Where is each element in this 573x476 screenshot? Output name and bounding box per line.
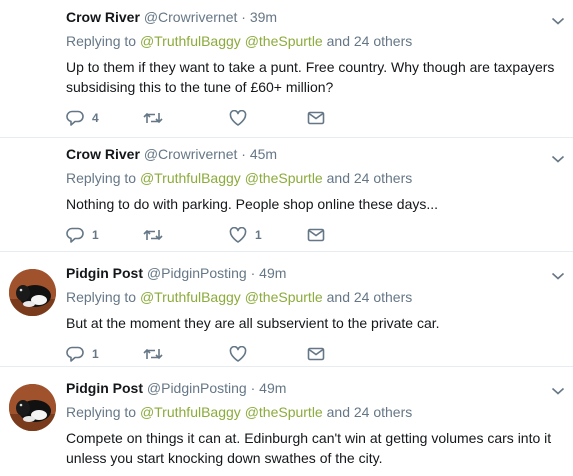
mention-link[interactable]: @theSpurtle: [245, 404, 323, 420]
mention-link[interactable]: @TruthfulBaggy: [140, 404, 241, 420]
tweet-text: Compete on things it can at. Edinburgh c…: [66, 430, 552, 466]
mention-link[interactable]: @TruthfulBaggy: [140, 33, 241, 49]
tweet-header: Crow River @Crowrivernet · 39m: [66, 8, 277, 26]
reply-button[interactable]: 4: [66, 109, 99, 127]
direct-message-button[interactable]: [307, 226, 325, 244]
mention-link[interactable]: @theSpurtle: [245, 170, 323, 186]
replying-prefix: Replying to: [66, 170, 137, 186]
dog-avatar[interactable]: [9, 269, 56, 316]
chevron-down-icon[interactable]: [551, 13, 565, 25]
chevron-down-icon[interactable]: [551, 268, 565, 280]
retweet-button[interactable]: [143, 226, 163, 244]
author-handle[interactable]: @PidginPosting: [147, 265, 247, 281]
retweet-button[interactable]: [143, 345, 163, 363]
timestamp[interactable]: 49m: [259, 265, 286, 281]
separator: ·: [241, 146, 246, 162]
tweet[interactable]: Pidgin Post @PidginPosting · 49m Replyin…: [0, 252, 573, 366]
author-name[interactable]: Crow River: [66, 146, 140, 162]
chevron-down-icon[interactable]: [551, 383, 565, 395]
direct-message-button[interactable]: [307, 109, 325, 127]
envelope-icon: [307, 110, 325, 126]
replying-to: Replying to @TruthfulBaggy @theSpurtle a…: [66, 403, 412, 421]
replying-others[interactable]: and 24 others: [327, 404, 413, 420]
author-handle[interactable]: @Crowrivernet: [144, 146, 238, 162]
reply-count: 1: [92, 228, 99, 242]
reply-count: 1: [92, 347, 99, 361]
tweet-text: Up to them if they want to take a punt. …: [66, 59, 555, 95]
tweet[interactable]: Crow River @Crowrivernet · 39m Replying …: [0, 0, 573, 137]
tweet-actions: 4: [66, 109, 366, 127]
timestamp[interactable]: 45m: [250, 146, 277, 162]
dog-avatar[interactable]: [9, 384, 56, 431]
heart-icon: [229, 110, 247, 126]
reply-icon: [66, 346, 84, 362]
reply-button[interactable]: 1: [66, 226, 99, 244]
envelope-icon: [307, 227, 325, 243]
timestamp[interactable]: 49m: [259, 380, 286, 396]
replying-to: Replying to @TruthfulBaggy @theSpurtle a…: [66, 169, 412, 187]
replying-to: Replying to @TruthfulBaggy @theSpurtle a…: [66, 32, 412, 50]
separator: ·: [241, 9, 246, 25]
mention-link[interactable]: @theSpurtle: [245, 33, 323, 49]
retweet-button[interactable]: [143, 109, 163, 127]
tweet[interactable]: Crow River @Crowrivernet · 45m Replying …: [0, 138, 573, 251]
tweet-header: Pidgin Post @PidginPosting · 49m: [66, 379, 286, 397]
reply-icon: [66, 110, 84, 126]
mention-link[interactable]: @theSpurtle: [245, 289, 323, 305]
author-name[interactable]: Pidgin Post: [66, 380, 143, 396]
heart-icon: [229, 227, 247, 243]
tweet-header: Crow River @Crowrivernet · 45m: [66, 145, 277, 163]
timestamp[interactable]: 39m: [250, 9, 277, 25]
like-count: 1: [255, 228, 262, 242]
separator: ·: [250, 265, 256, 281]
author-handle[interactable]: @Crowrivernet: [144, 9, 238, 25]
reply-button[interactable]: 1: [66, 345, 99, 363]
retweet-icon: [143, 110, 163, 126]
retweet-icon: [143, 227, 163, 243]
tweet[interactable]: Pidgin Post @PidginPosting · 49m Replyin…: [0, 367, 573, 476]
replying-others[interactable]: and 24 others: [327, 170, 413, 186]
like-button[interactable]: 1: [229, 226, 262, 244]
replying-prefix: Replying to: [66, 289, 137, 305]
reply-timeline: Crow River @Crowrivernet · 39m Replying …: [0, 0, 573, 476]
tweet-actions: 1: [66, 345, 366, 363]
replying-others[interactable]: and 24 others: [327, 289, 413, 305]
replying-prefix: Replying to: [66, 33, 137, 49]
tweet-actions: 1 1: [66, 226, 366, 244]
separator: ·: [250, 380, 256, 396]
tweet-text: Nothing to do with parking. People shop …: [66, 196, 439, 212]
envelope-icon: [307, 346, 325, 362]
reply-count: 4: [92, 111, 99, 125]
retweet-icon: [143, 346, 163, 362]
author-name[interactable]: Pidgin Post: [66, 265, 143, 281]
like-button[interactable]: [229, 109, 247, 127]
reply-icon: [66, 227, 84, 243]
replying-to: Replying to @TruthfulBaggy @theSpurtle a…: [66, 288, 412, 306]
mention-link[interactable]: @TruthfulBaggy: [140, 170, 241, 186]
replying-others[interactable]: and 24 others: [327, 33, 413, 49]
like-button[interactable]: [229, 345, 247, 363]
tweet-header: Pidgin Post @PidginPosting · 49m: [66, 264, 286, 282]
heart-icon: [229, 346, 247, 362]
replying-prefix: Replying to: [66, 404, 137, 420]
tweet-text: But at the moment they are all subservie…: [66, 315, 440, 331]
author-name[interactable]: Crow River: [66, 9, 140, 25]
author-handle[interactable]: @PidginPosting: [147, 380, 247, 396]
chevron-down-icon[interactable]: [551, 151, 565, 163]
direct-message-button[interactable]: [307, 345, 325, 363]
mention-link[interactable]: @TruthfulBaggy: [140, 289, 241, 305]
